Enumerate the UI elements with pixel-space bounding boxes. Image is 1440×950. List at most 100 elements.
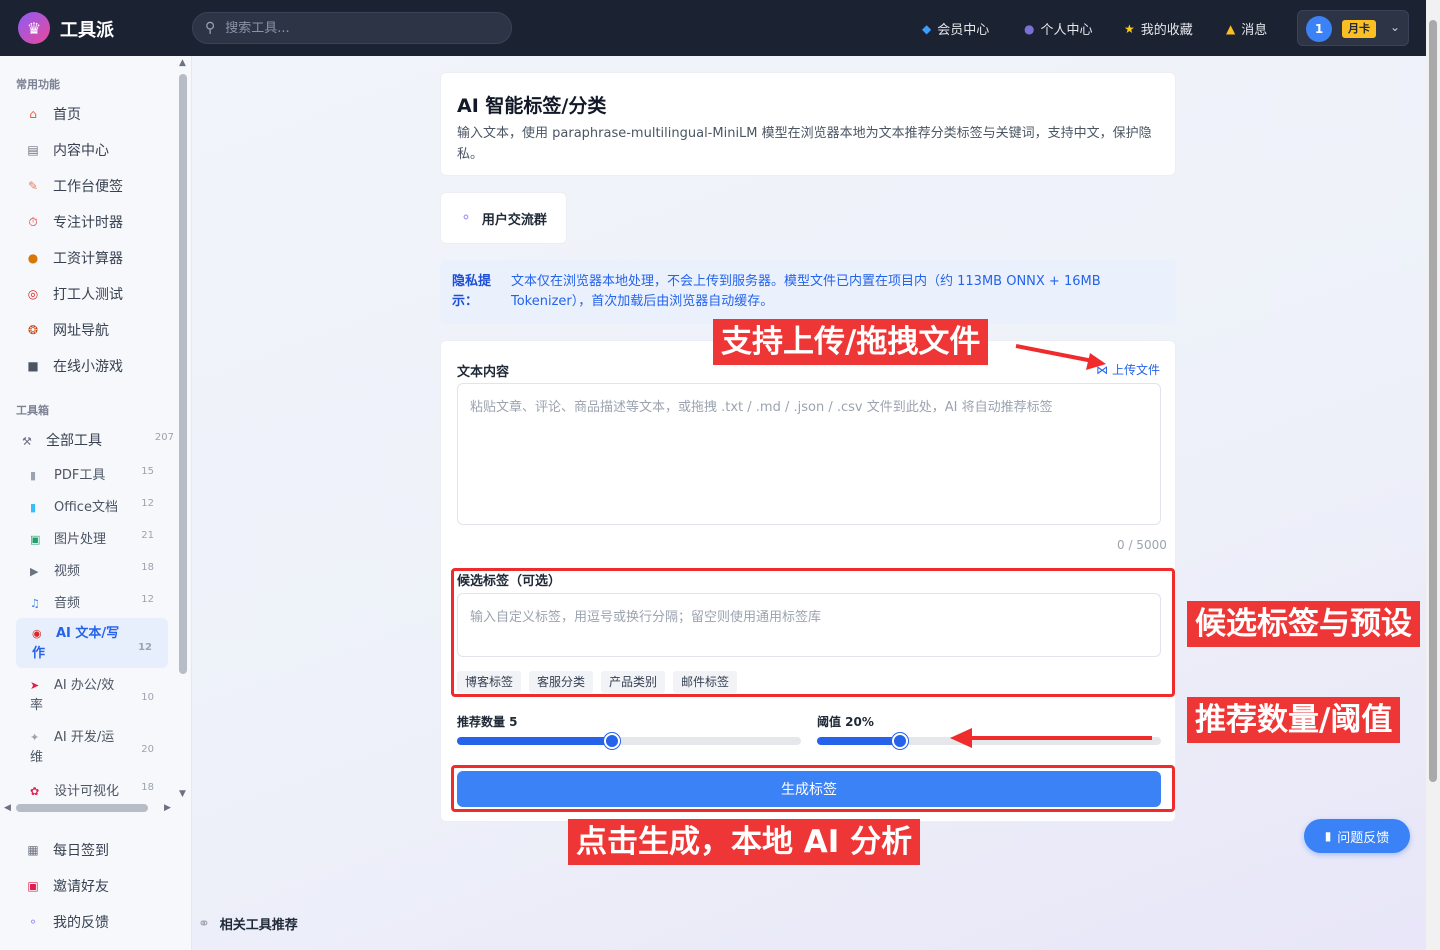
feedback-label: 问题反馈 — [1337, 830, 1390, 846]
sidebar-item-label: PDF工具 — [54, 468, 106, 483]
upload-label: 上传文件 — [1112, 363, 1161, 377]
sidebar-item-content[interactable]: ▤ 内容中心 — [22, 140, 109, 160]
gamepad-icon: ■ — [27, 359, 39, 373]
robot-icon: ◉ — [32, 627, 42, 640]
sidebar-item-ai-office[interactable]: ➤ AI 办公/效率 10 — [30, 676, 170, 716]
feedback-button[interactable]: ▮ 问题反馈 — [1304, 819, 1410, 853]
nav-favorites[interactable]: ★ 我的收藏 — [1124, 19, 1193, 39]
nav-member-center[interactable]: ◆ 会员中心 — [922, 19, 990, 39]
privacy-text: 文本仅在浏览器本地处理，不会上传到服务器。模型文件已内置在项目内（约 113MB… — [511, 274, 1101, 309]
page-description: 输入文本，使用 paraphrase-multilingual-MiniLM 模… — [457, 126, 1152, 162]
sidebar-item-label: 专注计时器 — [53, 215, 123, 231]
related-tools-heading: ⚭ 相关工具推荐 — [198, 914, 298, 934]
speech-icon: ⚬ — [460, 210, 472, 226]
sidebar-item-games[interactable]: ■ 在线小游戏 — [22, 356, 123, 376]
news-icon: ▤ — [27, 143, 39, 157]
nav-label: 会员中心 — [937, 23, 990, 38]
sidebar-item-video[interactable]: ▶ 视频 18 — [30, 560, 170, 579]
scroll-down-icon[interactable]: ▼ — [179, 789, 186, 799]
count-label: 推荐数量 5 — [457, 715, 518, 729]
sidebar-item-pdf[interactable]: ▮ PDF工具 15 — [30, 464, 170, 483]
sidebar-item-invite[interactable]: ▣ 邀请好友 — [22, 876, 109, 896]
star-icon: ★ — [1124, 21, 1135, 36]
sidebar-item-image[interactable]: ▣ 图片处理 21 — [30, 528, 170, 547]
title-card: AI 智能标签/分类 输入文本，使用 paraphrase-multilingu… — [440, 72, 1176, 176]
sidebar-item-navigation[interactable]: ❂ 网址导航 — [22, 320, 109, 340]
sidebar-item-label: 网址导航 — [53, 323, 109, 339]
tool-count: 207 — [154, 432, 174, 443]
section-label-common: 常用功能 — [16, 78, 60, 91]
money-bag-icon: ● — [27, 251, 39, 265]
search-icon: ⚲ — [205, 20, 216, 36]
gift-icon: ▣ — [27, 879, 39, 893]
timer-icon: ⏱ — [28, 214, 38, 229]
wrench-icon: ✦ — [30, 731, 40, 744]
scroll-left-icon[interactable]: ◀ — [4, 803, 11, 813]
threshold-label: 阈值 20% — [817, 715, 874, 729]
brand-name[interactable]: 工具派 — [60, 16, 114, 42]
tool-count: 18 — [141, 782, 154, 793]
section-label-toolbox: 工具箱 — [16, 404, 49, 417]
annotation-arrow-upload — [1015, 344, 1106, 370]
link-icon: ⚭ — [198, 915, 210, 932]
nav-label: 我的收藏 — [1140, 23, 1193, 38]
sidebar-item-timer[interactable]: ⏱ 专注计时器 — [22, 212, 123, 232]
hammer-icon: ⚒ — [22, 435, 32, 448]
sidebar-item-label: 在线小游戏 — [53, 359, 123, 375]
sidebar-item-feedback[interactable]: ⚬ 我的反馈 — [22, 912, 109, 932]
search-input[interactable] — [225, 20, 486, 36]
office-icon: ▮ — [30, 501, 37, 514]
sidebar-item-memo[interactable]: ✎ 工作台便签 — [22, 176, 123, 196]
sidebar-item-label-cont: 作 — [32, 646, 46, 661]
pdf-icon: ▮ — [30, 469, 37, 482]
sidebar-item-label: AI 文本/写 — [56, 626, 120, 641]
threshold-slider-thumb[interactable] — [892, 733, 908, 749]
user-group-button[interactable]: ⚬ 用户交流群 — [440, 192, 567, 244]
speech-icon: ⚬ — [27, 915, 39, 929]
page-scrollbar[interactable] — [1426, 0, 1440, 950]
sidebar-item-all-tools[interactable]: ⚒ 全部工具 207 — [22, 430, 174, 450]
sidebar-hscrollbar[interactable] — [16, 804, 148, 812]
sidebar-item-audio[interactable]: ♫ 音频 12 — [30, 592, 170, 611]
logo-icon[interactable]: ♛ — [18, 12, 50, 44]
tool-count: 20 — [141, 744, 154, 755]
scroll-right-icon[interactable]: ▶ — [164, 803, 171, 813]
sidebar-item-label-cont: 维 — [30, 750, 44, 765]
search-box[interactable]: ⚲ — [192, 12, 512, 44]
nav-messages[interactable]: ▲ 消息 — [1226, 19, 1268, 39]
nav-label: 消息 — [1241, 23, 1268, 38]
chevron-down-icon: ⌄ — [1390, 20, 1401, 34]
related-label: 相关工具推荐 — [219, 918, 298, 933]
text-input[interactable] — [457, 383, 1161, 525]
sidebar-item-label: 打工人测试 — [53, 287, 123, 303]
sidebar-item-checkin[interactable]: ▦ 每日签到 — [22, 840, 109, 860]
user-menu[interactable]: 1 月卡 ⌄ — [1297, 10, 1409, 46]
page-scrollbar-thumb[interactable] — [1429, 20, 1437, 782]
nav-personal-center[interactable]: ● 个人中心 — [1024, 19, 1093, 39]
sidebar-item-label: 工作台便签 — [53, 179, 123, 195]
user-icon: ● — [1024, 21, 1035, 36]
nav-label: 个人中心 — [1040, 23, 1093, 38]
sidebar-item-label: 首页 — [53, 107, 81, 123]
annotation-box-generate — [451, 765, 1175, 812]
top-navbar: ♛ 工具派 ⚲ ◆ 会员中心 ● 个人中心 ★ 我的收藏 ▲ 消息 1 月卡 ⌄ — [0, 0, 1440, 56]
tool-count: 12 — [141, 594, 154, 605]
sidebar-item-salary[interactable]: ● 工资计算器 — [22, 248, 123, 268]
sidebar-item-ai-text[interactable]: ◉ AI 文本/写作 12 — [16, 618, 168, 668]
scroll-up-icon[interactable]: ▲ — [179, 58, 186, 68]
sidebar-item-label: 内容中心 — [53, 143, 109, 159]
sidebar-item-home[interactable]: ⌂ 首页 — [22, 104, 81, 124]
tool-count: 15 — [141, 466, 154, 477]
privacy-label: 隐私提示： — [452, 274, 492, 309]
sidebar-item-label: 邀请好友 — [53, 879, 109, 895]
sidebar-scrollbar[interactable] — [179, 74, 187, 674]
sidebar-item-office[interactable]: ▮ Office文档 12 — [30, 496, 170, 515]
sidebar-item-worker-test[interactable]: ◎ 打工人测试 — [22, 284, 123, 304]
sidebar-item-design[interactable]: ✿ 设计可视化 18 — [30, 780, 170, 799]
bell-icon: ▲ — [1226, 21, 1236, 36]
sidebar-item-label: 设计可视化 — [54, 784, 120, 799]
sidebar-item-label: 每日签到 — [53, 843, 109, 859]
count-slider-thumb[interactable] — [604, 733, 620, 749]
count-slider[interactable] — [457, 733, 801, 749]
sidebar-item-ai-dev[interactable]: ✦ AI 开发/运维 20 — [30, 728, 170, 768]
